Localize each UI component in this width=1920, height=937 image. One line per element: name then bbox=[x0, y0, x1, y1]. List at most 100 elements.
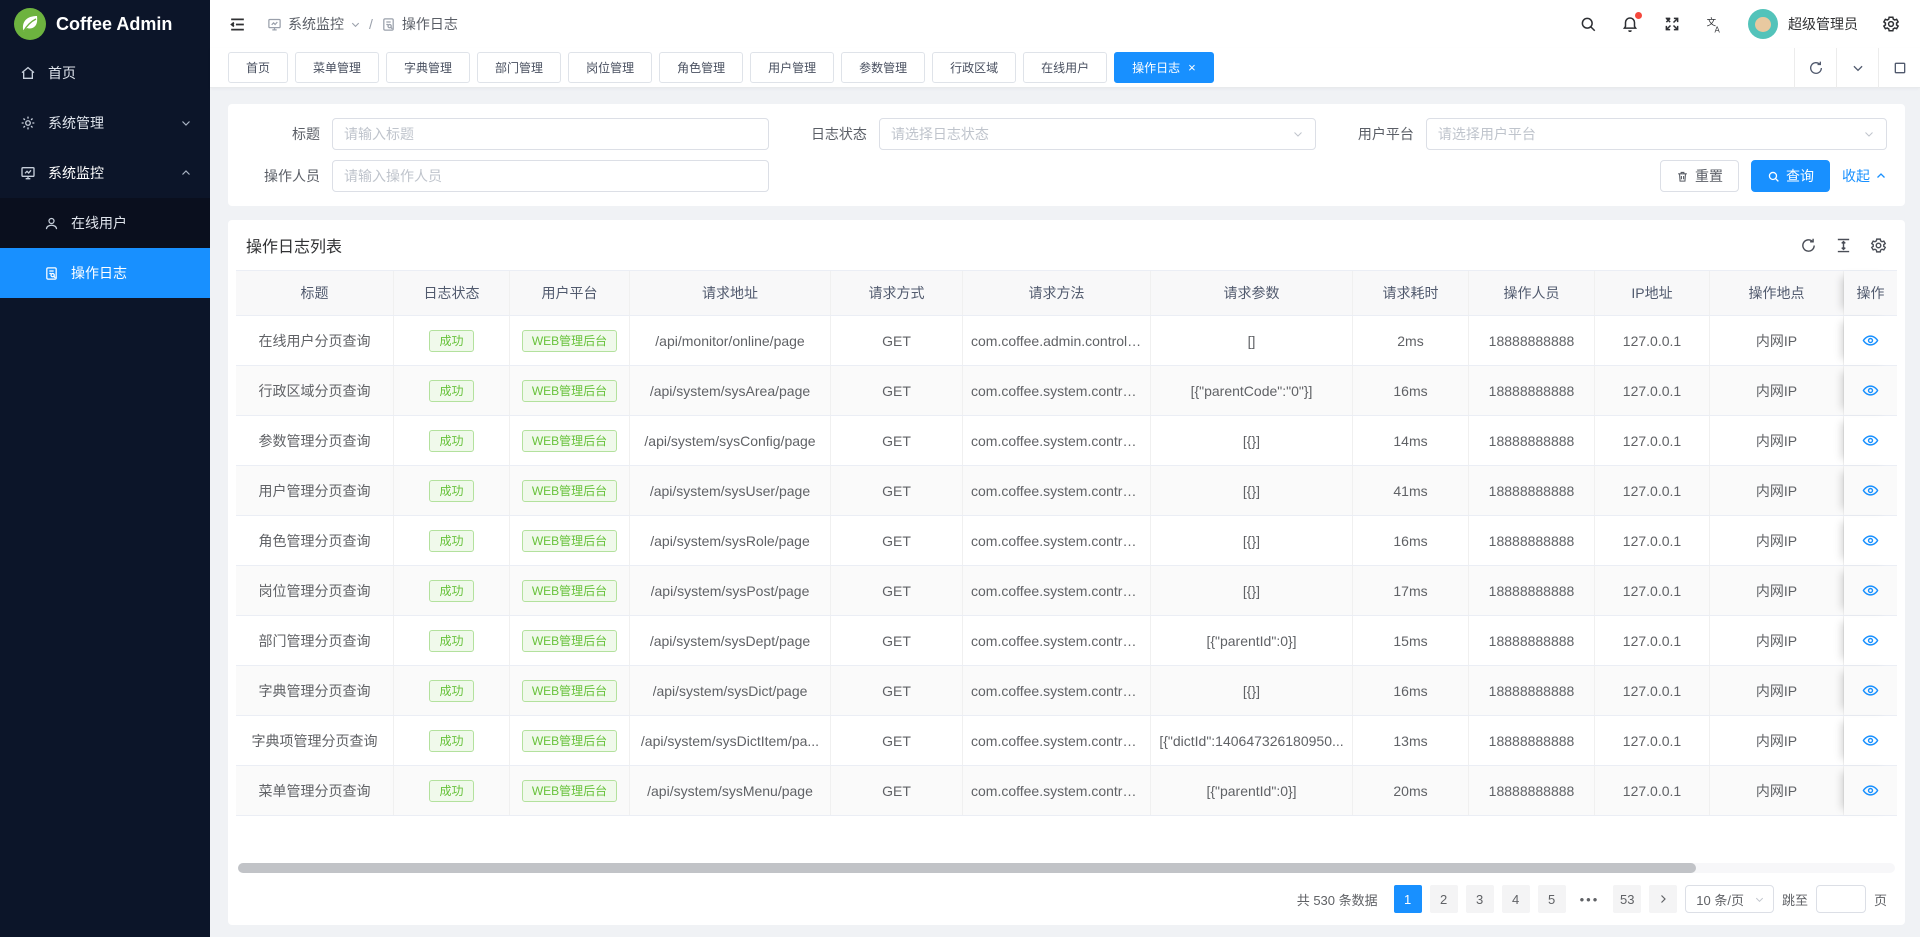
collapse-filter-link[interactable]: 收起 bbox=[1842, 166, 1887, 186]
tab-行政区域[interactable]: 行政区域 bbox=[932, 52, 1016, 83]
page-button-53[interactable]: 53 bbox=[1613, 885, 1641, 913]
user-menu[interactable]: 超级管理员 bbox=[1748, 9, 1858, 39]
title-input[interactable] bbox=[344, 126, 757, 142]
cell-text: /api/system/sysRole/page bbox=[650, 533, 810, 549]
breadcrumb-item-monitor[interactable]: 系统监控 bbox=[267, 14, 361, 34]
tab-岗位管理[interactable]: 岗位管理 bbox=[568, 52, 652, 83]
tab-字典管理[interactable]: 字典管理 bbox=[386, 52, 470, 83]
cell-text: 参数管理分页查询 bbox=[259, 431, 371, 451]
platform-badge: WEB管理后台 bbox=[522, 480, 617, 502]
sidebar-item-online-users[interactable]: 在线用户 bbox=[0, 198, 210, 248]
eye-icon bbox=[1862, 432, 1879, 449]
search-icon[interactable] bbox=[1579, 15, 1597, 33]
status-select[interactable]: 请选择日志状态 bbox=[879, 118, 1316, 150]
fullscreen-icon[interactable] bbox=[1663, 15, 1681, 33]
cell-params: [{}] bbox=[1151, 566, 1353, 615]
cell-text: 127.0.0.1 bbox=[1623, 733, 1681, 749]
cell-text: GET bbox=[882, 783, 911, 799]
cell-text: 127.0.0.1 bbox=[1623, 583, 1681, 599]
cell-text: /api/system/sysMenu/page bbox=[647, 783, 813, 799]
translate-icon[interactable]: 文A bbox=[1705, 15, 1724, 34]
sidebar-menu: 首页 系统管理 系统监控 在线用户 操作日志 bbox=[0, 48, 210, 937]
tab-在线用户[interactable]: 在线用户 bbox=[1023, 52, 1107, 83]
tab-label: 菜单管理 bbox=[313, 59, 361, 76]
view-detail-button[interactable] bbox=[1860, 780, 1881, 801]
horizontal-scrollbar[interactable] bbox=[238, 863, 1895, 873]
page-size-select[interactable]: 10 条/页 bbox=[1685, 885, 1774, 913]
jump-page-input[interactable] bbox=[1816, 885, 1866, 913]
platform-select[interactable]: 请选择用户平台 bbox=[1426, 118, 1887, 150]
view-detail-button[interactable] bbox=[1860, 680, 1881, 701]
cell-text: [{"parentId":0}] bbox=[1206, 633, 1296, 649]
table-header-row: 标题日志状态用户平台请求地址请求方式请求方法请求参数请求耗时操作人员IP地址操作… bbox=[236, 270, 1897, 316]
sidebar-item-home[interactable]: 首页 bbox=[0, 48, 210, 98]
page-button-4[interactable]: 4 bbox=[1502, 885, 1530, 913]
cell-ip: 127.0.0.1 bbox=[1595, 766, 1710, 815]
reset-button[interactable]: 重置 bbox=[1660, 160, 1739, 192]
logo[interactable]: Coffee Admin bbox=[0, 0, 210, 48]
cell-time: 20ms bbox=[1353, 766, 1469, 815]
collapse-sidebar-icon[interactable] bbox=[228, 15, 247, 34]
sidebar-item-operation-log[interactable]: 操作日志 bbox=[0, 248, 210, 298]
page-button-2[interactable]: 2 bbox=[1430, 885, 1458, 913]
platform-badge: WEB管理后台 bbox=[522, 730, 617, 752]
tab-菜单管理[interactable]: 菜单管理 bbox=[295, 52, 379, 83]
row-height-icon[interactable] bbox=[1835, 237, 1852, 254]
table-empty-space bbox=[236, 816, 1897, 863]
cell-url: /api/system/sysDict/page bbox=[630, 666, 831, 715]
sidebar-item-system-monitor[interactable]: 系统监控 bbox=[0, 148, 210, 198]
maximize-icon[interactable] bbox=[1878, 48, 1920, 88]
close-icon[interactable]: × bbox=[1188, 61, 1196, 74]
cell-url: /api/system/sysRole/page bbox=[630, 516, 831, 565]
cell-method: GET bbox=[831, 316, 963, 365]
cell-platform: WEB管理后台 bbox=[510, 616, 630, 665]
cell-platform: WEB管理后台 bbox=[510, 566, 630, 615]
tab-参数管理[interactable]: 参数管理 bbox=[841, 52, 925, 83]
sidebar-item-label: 操作日志 bbox=[71, 263, 127, 283]
cell-url: /api/system/sysPost/page bbox=[630, 566, 831, 615]
tab-角色管理[interactable]: 角色管理 bbox=[659, 52, 743, 83]
refresh-icon[interactable] bbox=[1800, 237, 1817, 254]
tab-部门管理[interactable]: 部门管理 bbox=[477, 52, 561, 83]
column-header-4: 请求地址 bbox=[630, 271, 831, 315]
cell-method: GET bbox=[831, 416, 963, 465]
tab-label: 部门管理 bbox=[495, 59, 543, 76]
view-detail-button[interactable] bbox=[1860, 330, 1881, 351]
chevron-down-icon[interactable] bbox=[1836, 48, 1878, 88]
view-detail-button[interactable] bbox=[1860, 530, 1881, 551]
operator-input[interactable] bbox=[344, 168, 757, 184]
settings-gear-icon[interactable] bbox=[1882, 15, 1900, 33]
tab-操作日志[interactable]: 操作日志× bbox=[1114, 52, 1214, 83]
column-settings-gear-icon[interactable] bbox=[1870, 237, 1887, 254]
cell-url: /api/system/sysUser/page bbox=[630, 466, 831, 515]
cell-platform: WEB管理后台 bbox=[510, 366, 630, 415]
platform-badge: WEB管理后台 bbox=[522, 780, 617, 802]
view-detail-button[interactable] bbox=[1860, 480, 1881, 501]
sidebar-item-system-management[interactable]: 系统管理 bbox=[0, 98, 210, 148]
cell-ip: 127.0.0.1 bbox=[1595, 466, 1710, 515]
cell-method: GET bbox=[831, 766, 963, 815]
page-button-3[interactable]: 3 bbox=[1466, 885, 1494, 913]
page-button-1[interactable]: 1 bbox=[1394, 885, 1422, 913]
view-detail-button[interactable] bbox=[1860, 730, 1881, 751]
cell-func: com.coffee.system.controlle... bbox=[963, 616, 1151, 665]
cell-text: 18888888888 bbox=[1489, 483, 1575, 499]
search-button[interactable]: 查询 bbox=[1751, 160, 1830, 192]
cell-text: 41ms bbox=[1393, 483, 1427, 499]
refresh-icon[interactable] bbox=[1794, 48, 1836, 88]
view-detail-button[interactable] bbox=[1860, 580, 1881, 601]
page-button-5[interactable]: 5 bbox=[1538, 885, 1566, 913]
cell-text: /api/system/sysDictItem/pa... bbox=[641, 733, 819, 749]
cell-text: 菜单管理分页查询 bbox=[259, 781, 371, 801]
table-row: 岗位管理分页查询成功WEB管理后台/api/system/sysPost/pag… bbox=[236, 566, 1897, 616]
notification-bell-icon[interactable] bbox=[1621, 15, 1639, 33]
view-detail-button[interactable] bbox=[1860, 430, 1881, 451]
scrollbar-thumb[interactable] bbox=[238, 863, 1696, 873]
next-page-button[interactable] bbox=[1649, 885, 1677, 913]
view-detail-button[interactable] bbox=[1860, 380, 1881, 401]
view-detail-button[interactable] bbox=[1860, 630, 1881, 651]
tab-首页[interactable]: 首页 bbox=[228, 52, 288, 83]
cell-title: 角色管理分页查询 bbox=[236, 516, 394, 565]
cell-text: 内网IP bbox=[1756, 731, 1797, 751]
tab-用户管理[interactable]: 用户管理 bbox=[750, 52, 834, 83]
